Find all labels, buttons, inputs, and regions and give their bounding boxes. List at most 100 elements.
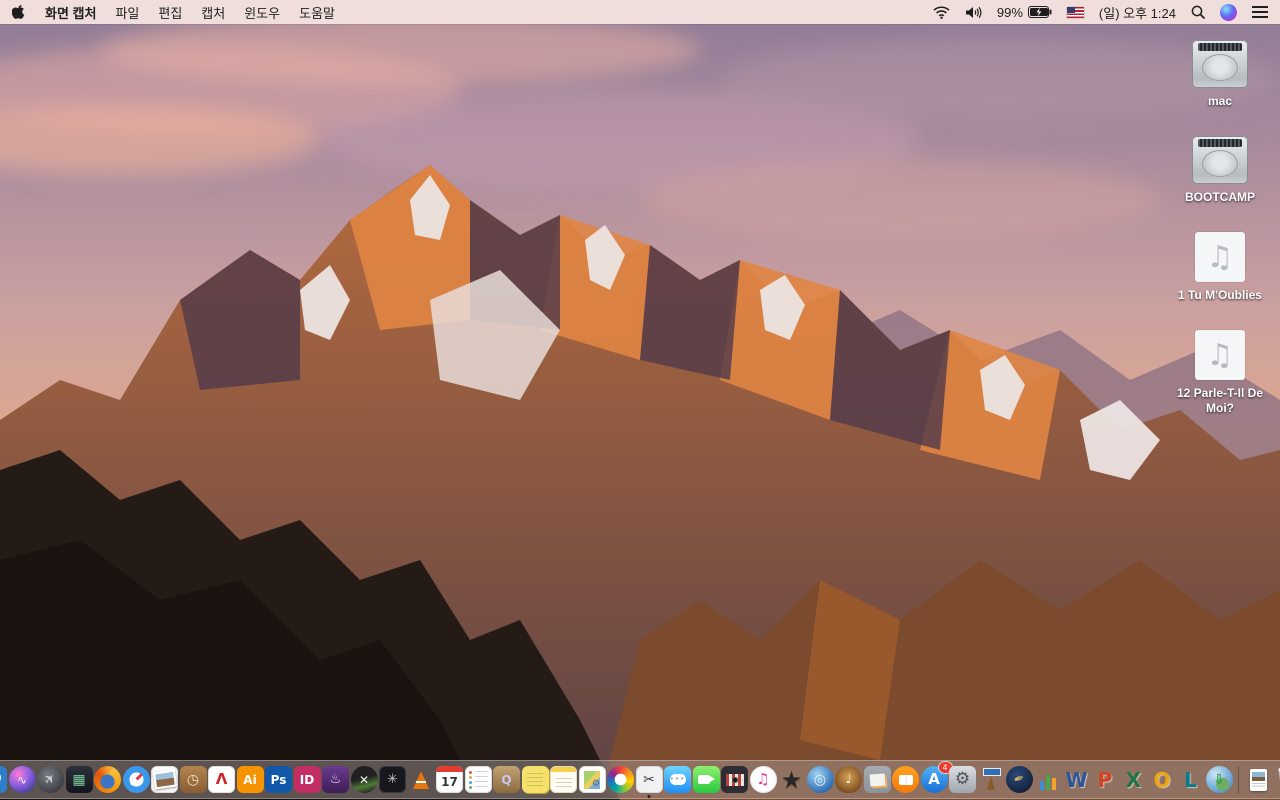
acrobat-glyph: Λ: [215, 770, 228, 788]
desktop-item-12-parle-t-il-de-moi-[interactable]: ♫ 12 Parle-T-Il De Moi?: [1168, 330, 1272, 416]
lync-dock-icon[interactable]: L: [1177, 766, 1204, 793]
contacts-dock-icon[interactable]: ◷: [179, 766, 207, 793]
calendar-dock-icon[interactable]: 17: [436, 766, 463, 793]
acrobat-dock-icon[interactable]: Λ: [208, 766, 235, 793]
siri-glyph: ∿: [16, 772, 28, 787]
excel-dock-icon[interactable]: X: [1120, 766, 1147, 793]
running-indicator-dot: [647, 795, 651, 798]
appstore-dock-icon[interactable]: A4: [920, 762, 952, 793]
dock: ☺∿✈▦◷ΛAiPsID♨✕✳17Q⚙✂•••♫★◎♩A4⚙✒WPXOL⇩: [0, 760, 1280, 799]
photos-dock-icon[interactable]: [607, 766, 634, 793]
keynote-glyph: [983, 768, 1001, 790]
stickies-dock-icon[interactable]: [521, 766, 549, 793]
reminders-dock-icon[interactable]: [464, 766, 492, 793]
wallpaper-sierra-mountain: [0, 0, 1280, 800]
powerpoint-glyph: P: [1097, 767, 1113, 792]
desktop-item-bootcamp[interactable]: BOOTCAMP: [1168, 136, 1272, 205]
grab-dock-icon[interactable]: ✂: [635, 766, 663, 798]
menu-0[interactable]: 파일: [115, 3, 139, 22]
mission-control-dock-icon[interactable]: ▦: [65, 766, 93, 793]
toast-glyph: ♨: [329, 772, 342, 787]
illustrator-dock-icon[interactable]: Ai: [236, 766, 264, 793]
menu-clock[interactable]: (일) 오후 1:24: [1099, 3, 1176, 22]
messages-dock-icon[interactable]: •••: [664, 766, 691, 793]
fanapp-glyph: ✳: [387, 772, 398, 787]
numbers-glyph: [1040, 774, 1056, 790]
imovie-dock-icon[interactable]: ★: [778, 766, 805, 793]
calendar-glyph: 17: [441, 774, 458, 789]
keynote-dock-icon[interactable]: [978, 766, 1005, 793]
preview-dock-icon[interactable]: [151, 766, 178, 793]
xee-dock-icon[interactable]: ✕: [350, 766, 378, 793]
garageband-dock-icon[interactable]: ♩: [835, 766, 862, 793]
photobooth-dock-icon[interactable]: [721, 766, 748, 793]
indesign-dock-icon[interactable]: ID: [293, 766, 321, 793]
trash-icon[interactable]: [1273, 766, 1280, 793]
audio-file-icon: ♫: [1195, 330, 1245, 380]
sysprefs-dock-icon[interactable]: ⚙: [949, 766, 976, 793]
active-app-menu[interactable]: 화면 캡처: [45, 3, 96, 22]
downloader-dock-icon[interactable]: ⇩: [1205, 766, 1233, 793]
siri-icon[interactable]: [1220, 3, 1237, 21]
grab-glyph: ✂: [643, 771, 655, 788]
contacts-glyph: ◷: [186, 771, 200, 788]
menu-1[interactable]: 편집: [158, 3, 182, 22]
unarchiver-dock-icon[interactable]: Q: [493, 766, 520, 793]
illustrator-glyph: Ai: [243, 772, 257, 787]
idvd-dock-icon[interactable]: ◎: [806, 766, 834, 793]
wifi-icon[interactable]: [933, 5, 950, 19]
toast-dock-icon[interactable]: ♨: [322, 766, 349, 793]
launchpad-dock-icon[interactable]: ✈: [37, 766, 64, 793]
notification-center-icon[interactable]: [1252, 6, 1268, 18]
desktop-icon-column: mac BOOTCAMP ♫ 1 Tu M'Oublies ♫ 12 Parle-T-Il…: [1168, 40, 1272, 416]
indesign-glyph: ID: [299, 772, 315, 787]
apple-menu[interactable]: [12, 4, 26, 20]
word-glyph: W: [1065, 767, 1088, 792]
desktop-item-label: 1 Tu M'Oublies: [1178, 288, 1262, 302]
menu-3[interactable]: 윈도우: [244, 3, 280, 22]
battery-charging-icon: [1027, 6, 1052, 18]
reminders-glyph: [468, 771, 488, 788]
outlook-dock-icon[interactable]: O: [1149, 766, 1176, 793]
iweb-dock-icon[interactable]: [863, 766, 891, 793]
document-glyph: [1249, 768, 1267, 791]
finder-dock-icon[interactable]: ☺: [0, 766, 7, 793]
safari-glyph: [129, 773, 143, 786]
safari-dock-icon[interactable]: [122, 766, 150, 793]
desktop-item-label: 12 Parle-T-Il De Moi?: [1176, 386, 1264, 415]
pages-dock-icon[interactable]: ✒: [1006, 766, 1033, 793]
firefox-dock-icon[interactable]: [94, 766, 121, 793]
downloader-glyph: ⇩: [1213, 771, 1225, 788]
stickies-glyph: [527, 772, 543, 787]
sysprefs-glyph: ⚙: [954, 769, 971, 789]
imovie-glyph: ★: [780, 765, 803, 794]
colorsync-dock-icon[interactable]: ⚙: [578, 766, 606, 793]
powerpoint-dock-icon[interactable]: P: [1092, 766, 1119, 793]
menu-2[interactable]: 캡처: [201, 3, 225, 22]
menu-bar: 화면 캡처 파일 편집 캡처 윈도우 도움말 99% (일) 오후 1:24: [0, 0, 1280, 24]
itunes-dock-icon[interactable]: ♫: [749, 766, 777, 793]
vlc-dock-icon[interactable]: [408, 766, 435, 793]
numbers-dock-icon[interactable]: [1035, 766, 1062, 793]
volume-icon[interactable]: [965, 6, 982, 19]
document-file-icon[interactable]: [1245, 766, 1272, 793]
desktop-item-mac[interactable]: mac: [1168, 40, 1272, 109]
word-dock-icon[interactable]: W: [1063, 766, 1090, 793]
battery-status[interactable]: 99%: [997, 5, 1052, 20]
desktop-item-label: mac: [1207, 94, 1233, 108]
spotlight-search-icon[interactable]: [1191, 5, 1205, 19]
notes-glyph: [555, 778, 572, 788]
notes-dock-icon[interactable]: [550, 766, 577, 793]
siri-dock-icon[interactable]: ∿: [8, 766, 36, 793]
lync-glyph: L: [1184, 767, 1197, 792]
mission-control-glyph: ▦: [72, 771, 86, 788]
ibooks-dock-icon[interactable]: [892, 766, 919, 793]
us-flag-icon[interactable]: [1066, 6, 1084, 18]
photoshop-dock-icon[interactable]: Ps: [265, 766, 292, 793]
menu-4[interactable]: 도움말: [299, 3, 335, 22]
desktop-item-1-tu-m-oublies[interactable]: ♫ 1 Tu M'Oublies: [1168, 232, 1272, 303]
fanapp-dock-icon[interactable]: ✳: [379, 766, 406, 793]
facetime-dock-icon[interactable]: [692, 766, 720, 793]
unarchiver-glyph: Q: [501, 772, 512, 787]
outlook-glyph: O: [1153, 767, 1171, 792]
